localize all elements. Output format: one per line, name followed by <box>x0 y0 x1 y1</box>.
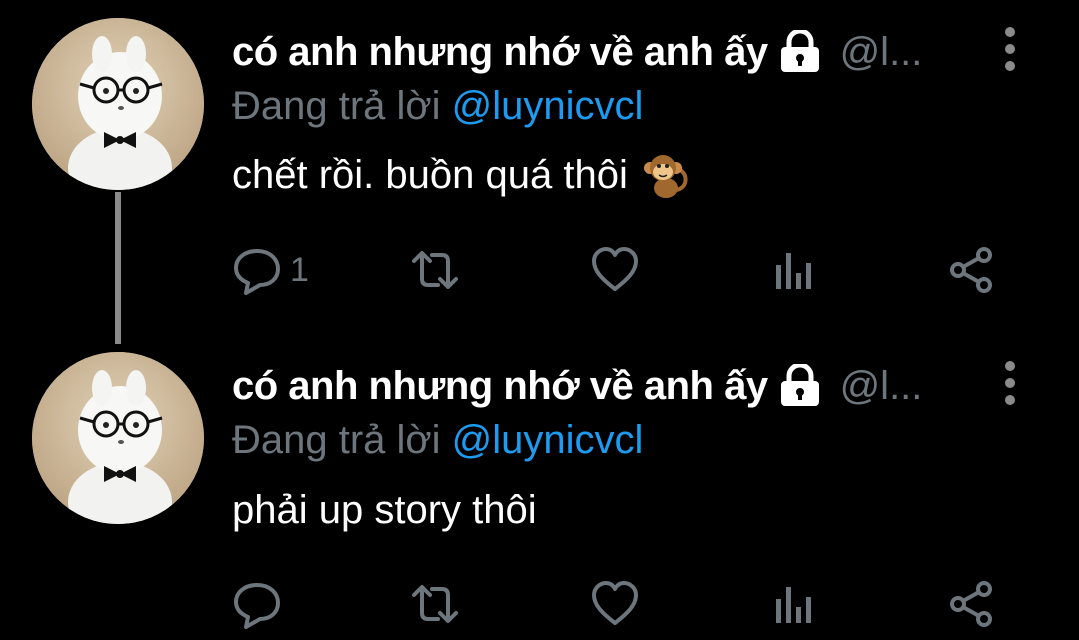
lock-icon <box>780 30 819 72</box>
retweet-button[interactable] <box>410 240 460 300</box>
handle[interactable]: @l... <box>840 30 923 75</box>
tweet-text: phải up story thôi <box>232 488 537 533</box>
analytics-icon <box>776 587 811 623</box>
avatar[interactable] <box>32 18 204 190</box>
reply-icon <box>234 249 280 295</box>
replying-to: Đang trả lời @luynicvcl <box>232 418 643 463</box>
retweet-icon <box>412 585 458 623</box>
mention-link[interactable]: @luynicvcl <box>452 84 644 128</box>
tweet-text-content: chết rồi. buồn quá thôi <box>232 152 628 197</box>
share-button[interactable] <box>946 240 996 300</box>
analytics-icon <box>776 253 811 289</box>
like-button[interactable] <box>590 240 640 300</box>
reply-icon <box>234 583 280 629</box>
replying-to: Đang trả lời @luynicvcl <box>232 84 643 129</box>
like-icon <box>592 247 638 291</box>
display-name[interactable]: có anh nhưng nhớ về anh ấy <box>232 364 768 409</box>
like-icon <box>592 581 638 625</box>
retweet-icon <box>412 251 458 289</box>
avatar[interactable] <box>32 352 204 524</box>
tweet-header: có anh nhưng nhớ về anh ấy @l... <box>232 24 922 80</box>
handle[interactable]: @l... <box>840 364 923 409</box>
share-icon <box>950 581 992 627</box>
avatar-image <box>32 352 204 524</box>
reply-count: 1 <box>290 250 309 289</box>
monkey-emoji-icon <box>643 155 688 198</box>
tweet-header: có anh nhưng nhớ về anh ấy @l... <box>232 358 922 414</box>
replying-prefix: Đang trả lời <box>232 418 452 462</box>
reply-button[interactable]: 1 <box>232 240 309 300</box>
display-name[interactable]: có anh nhưng nhớ về anh ấy <box>232 30 768 75</box>
reply-button[interactable] <box>232 574 290 634</box>
analytics-button[interactable] <box>768 240 818 300</box>
analytics-button[interactable] <box>768 574 818 634</box>
tweet-text: chết rồi. buồn quá thôi <box>232 150 690 200</box>
tweet-actions <box>232 574 1012 634</box>
like-button[interactable] <box>590 574 640 634</box>
retweet-button[interactable] <box>410 574 460 634</box>
lock-icon <box>780 364 819 406</box>
more-vertical-icon[interactable] <box>1000 26 1020 72</box>
replying-prefix: Đang trả lời <box>232 84 452 128</box>
more-vertical-icon[interactable] <box>1000 360 1020 406</box>
tweet-text-content: phải up story thôi <box>232 488 537 532</box>
share-icon <box>950 247 992 293</box>
thread-connector <box>115 192 121 344</box>
tweet-actions: 1 <box>232 240 1012 300</box>
share-button[interactable] <box>946 574 996 634</box>
avatar-image <box>32 18 204 190</box>
mention-link[interactable]: @luynicvcl <box>452 418 644 462</box>
